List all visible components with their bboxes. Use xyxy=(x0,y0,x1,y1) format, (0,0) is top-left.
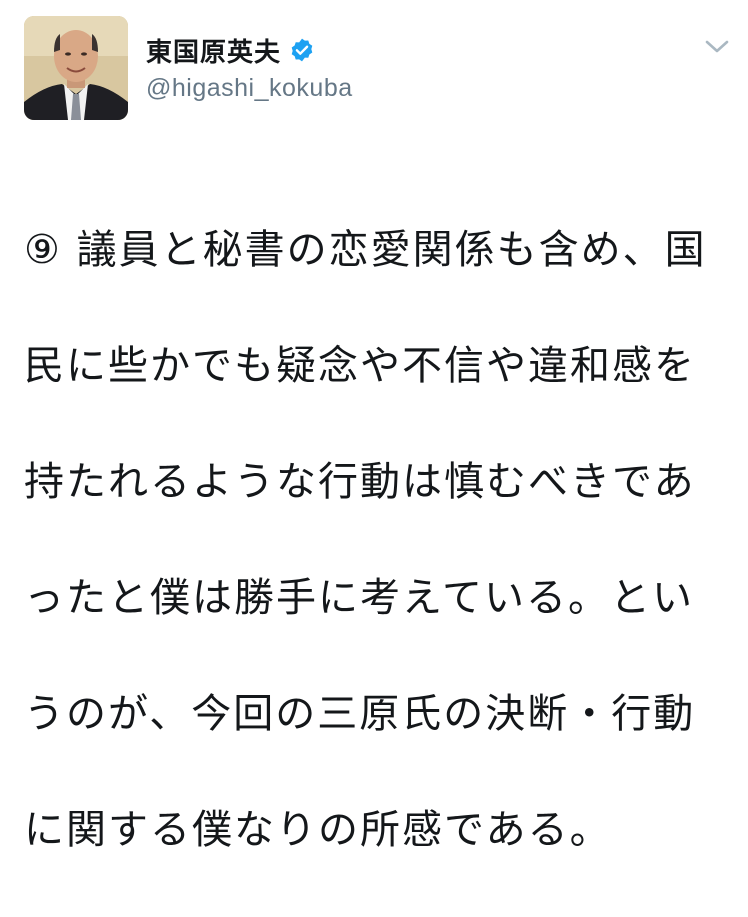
display-name[interactable]: 東国原英夫 xyxy=(146,32,281,69)
tweet-text-line: 持たれるような行動は慎むべきであ xyxy=(24,459,696,505)
user-handle[interactable]: @higashi_kokuba xyxy=(146,74,353,103)
tweet-text-line: うのが、今回の三原氏の決断・行動 xyxy=(24,691,696,737)
tweet-text-line: 民に些かでも疑念や不信や違和感を xyxy=(24,343,696,389)
tweet-card: 東国原英夫 @higashi_kokuba ⑨ 議員と秘書の恋愛関係も含め、国 … xyxy=(0,0,748,853)
tweet-text: ⑨ 議員と秘書の恋愛関係も含め、国 民に些かでも疑念や不信や違和感を 持たれるよ… xyxy=(24,163,724,917)
display-name-row: 東国原英夫 xyxy=(146,32,353,69)
tweet-text-line: ⑨ 議員と秘書の恋愛関係も含め、国 xyxy=(24,227,707,273)
user-names: 東国原英夫 @higashi_kokuba xyxy=(146,34,353,103)
avatar[interactable] xyxy=(24,16,128,120)
chevron-down-icon[interactable] xyxy=(704,38,730,56)
tweet-header: 東国原英夫 @higashi_kokuba xyxy=(24,16,729,120)
avatar-photo-icon xyxy=(24,16,128,120)
tweet-text-line: ったと僕は勝手に考えている。とい xyxy=(24,575,694,621)
tweet-text-line: に関する僕なりの所感である。 xyxy=(24,807,612,853)
verified-badge-icon xyxy=(291,38,313,62)
